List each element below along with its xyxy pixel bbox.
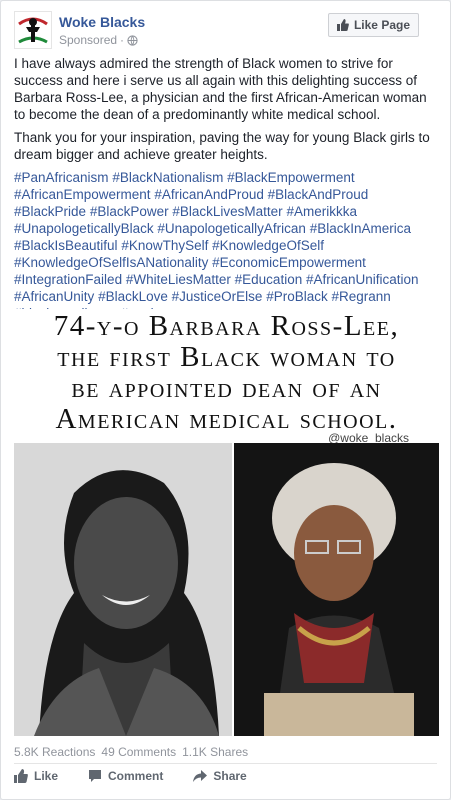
reactions-count[interactable]: 5.8K Reactions xyxy=(14,745,95,759)
share-label: Share xyxy=(213,769,247,783)
thumbs-up-icon xyxy=(336,19,349,31)
shares-count[interactable]: 1.1K Shares xyxy=(182,745,248,759)
share-button[interactable]: Share xyxy=(193,769,247,783)
post-text: I have always admired the strength of Bl… xyxy=(14,55,439,322)
sponsored-label[interactable]: Sponsored xyxy=(59,33,117,47)
hashtag-link[interactable]: #UnapologeticallyBlack xyxy=(14,221,154,236)
comment-button[interactable]: Comment xyxy=(88,769,163,783)
hashtag-link[interactable]: #JusticeOrElse xyxy=(172,289,263,304)
hashtag-link[interactable]: #BlackLivesMatter xyxy=(172,204,282,219)
page-avatar[interactable] xyxy=(14,11,52,49)
comment-label: Comment xyxy=(108,769,164,783)
headline-line: be appointed dean of an xyxy=(71,372,382,404)
meta-separator: · xyxy=(120,33,125,47)
hashtag-link[interactable]: #BlackInAmerica xyxy=(310,221,411,236)
hashtag-link[interactable]: #BlackLove xyxy=(98,289,168,304)
hashtag-link[interactable]: #BlackNationalism xyxy=(112,170,223,185)
sponsored-meta: Sponsored · xyxy=(59,33,138,47)
like-button[interactable]: Like xyxy=(14,769,58,783)
comments-count[interactable]: 49 Comments xyxy=(101,745,176,759)
hashtag-list: #PanAfricanism #BlackNationalism #BlackE… xyxy=(14,169,439,322)
post-paragraph: Thank you for your inspiration, paving t… xyxy=(14,130,430,162)
engagement-stats: 5.8K Reactions 49 Comments 1.1K Shares xyxy=(14,745,248,759)
hashtag-link[interactable]: #ProBlack xyxy=(266,289,328,304)
hashtag-link[interactable]: #Regrann xyxy=(331,289,390,304)
hashtag-link[interactable]: #AfricanUnification xyxy=(306,272,419,287)
hashtag-link[interactable]: #AfricanEmpowerment xyxy=(14,187,151,202)
hashtag-link[interactable]: #PanAfricanism xyxy=(14,170,109,185)
globe-icon xyxy=(127,34,138,46)
hashtag-link[interactable]: #KnowThySelf xyxy=(121,238,208,253)
hashtag-link[interactable]: #Education xyxy=(235,272,303,287)
hashtag-link[interactable]: #KnowledgeOfSelfIsANationality xyxy=(14,255,208,270)
page-name-link[interactable]: Woke Blacks xyxy=(59,14,145,30)
hashtag-link[interactable]: #BlackAndProud xyxy=(268,187,369,202)
hashtag-link[interactable]: #IntegrationFailed xyxy=(14,272,122,287)
hashtag-link[interactable]: #BlackPride xyxy=(14,204,86,219)
like-page-label: Like Page xyxy=(353,18,410,32)
thumbs-up-icon xyxy=(14,769,28,783)
like-label: Like xyxy=(34,769,59,783)
hashtag-link[interactable]: #UnapologeticallyAfrican xyxy=(157,221,306,236)
image-headline: 74-y-o Barbara Ross-Lee, the first Black… xyxy=(14,311,439,437)
post-paragraph: I have always admired the strength of Bl… xyxy=(14,56,427,122)
woke-blacks-logo-icon xyxy=(18,17,48,44)
headline-line: 74-y-o Barbara Ross-Lee, xyxy=(53,310,400,342)
post-header: Woke Blacks Sponsored · Like Page xyxy=(1,1,450,53)
headline-line: the first Black woman to xyxy=(57,341,396,373)
hashtag-link[interactable]: #AfricanUnity xyxy=(14,289,94,304)
portrait-photo-left xyxy=(14,443,232,736)
post-image[interactable]: 74-y-o Barbara Ross-Lee, the first Black… xyxy=(14,309,439,736)
hashtag-link[interactable]: #BlackPower xyxy=(90,204,169,219)
like-page-button[interactable]: Like Page xyxy=(327,13,419,37)
post-actions: Like Comment Share xyxy=(14,769,247,783)
share-arrow-icon xyxy=(193,770,208,782)
comment-bubble-icon xyxy=(89,770,102,782)
sponsored-post: Woke Blacks Sponsored · Like Page I have… xyxy=(0,0,451,800)
actions-divider xyxy=(14,763,437,764)
hashtag-link[interactable]: #WhiteLiesMatter xyxy=(126,272,231,287)
hashtag-link[interactable]: #EconomicEmpowerment xyxy=(212,255,366,270)
hashtag-link[interactable]: #KnowledgeOfSelf xyxy=(212,238,324,253)
hashtag-link[interactable]: #Amerikkka xyxy=(286,204,357,219)
hashtag-link[interactable]: #BlackEmpowerment xyxy=(227,170,355,185)
hashtag-link[interactable]: #BlackIsBeautiful xyxy=(14,238,118,253)
speaker-photo-right xyxy=(234,443,439,736)
hashtag-link[interactable]: #AfricanAndProud xyxy=(154,187,264,202)
